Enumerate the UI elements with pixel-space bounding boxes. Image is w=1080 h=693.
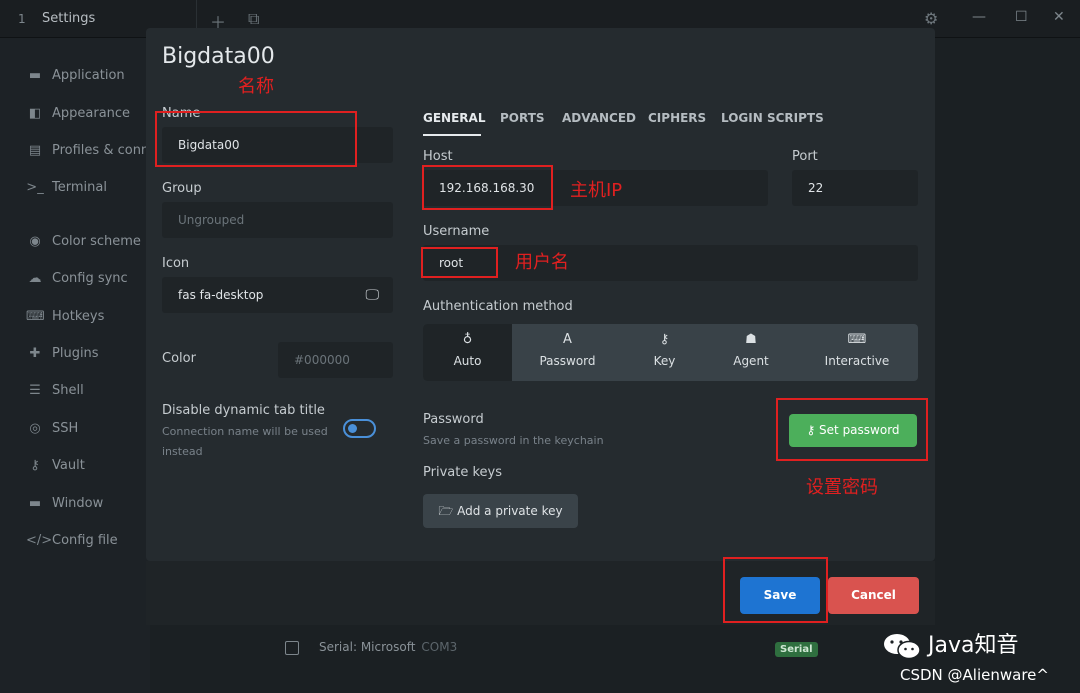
add-private-key-button[interactable]: 🗁 Add a private key xyxy=(423,494,578,528)
maximize-icon[interactable]: ☐ xyxy=(1015,9,1028,25)
sidebar-item-label: Shell xyxy=(52,383,84,398)
wechat-logo-icon xyxy=(884,634,921,660)
annotation-password: 设置密码 xyxy=(806,477,878,498)
profiles-icon: ▤ xyxy=(28,143,42,158)
sidebar-item-profiles[interactable]: ▤ Profiles & connections xyxy=(26,143,150,163)
sidebar-item-label: Profiles & connections xyxy=(52,143,150,158)
terminal-icon: >_ xyxy=(26,180,44,195)
auth-option-agent[interactable]: ☗ Agent xyxy=(706,324,796,381)
sidebar-item-label: Color scheme xyxy=(52,234,141,249)
folder-open-icon: 🗁 xyxy=(438,504,458,518)
sidebar-item-label: Application xyxy=(52,68,125,83)
auth-option-label: Auto xyxy=(453,354,482,368)
annotation-box-save xyxy=(723,557,828,623)
sidebar-item-label: Vault xyxy=(52,458,85,473)
key-icon: ⚷ xyxy=(659,332,670,347)
tab-number: 1 xyxy=(18,12,26,26)
close-icon[interactable]: ✕ xyxy=(1053,9,1065,25)
port-field[interactable]: 22 xyxy=(792,170,918,206)
sidebar-item-label: Terminal xyxy=(52,180,107,195)
key-icon: ⚷ xyxy=(30,458,40,473)
dynamic-title-toggle[interactable] xyxy=(343,419,376,438)
watermark-credit: CSDN @Alienware^ xyxy=(900,666,1049,684)
puzzle-icon: ✚ xyxy=(29,346,41,361)
serial-row-label: Serial: Microsoft xyxy=(319,640,416,654)
auth-option-interactive[interactable]: ⌨ Interactive xyxy=(796,324,918,381)
serial-row-port: COM3 xyxy=(421,640,458,654)
group-field[interactable]: Ungrouped xyxy=(162,202,393,238)
dynamic-title-sub1: Connection name will be used xyxy=(162,425,328,438)
host-label: Host xyxy=(423,149,453,164)
appearance-icon: ◧ xyxy=(28,106,42,121)
minimize-icon[interactable]: — xyxy=(972,9,986,25)
annotation-box-name xyxy=(155,111,357,167)
serial-profile-row[interactable]: Serial: Microsoft COM3 xyxy=(285,640,457,655)
window-icon: ▬ xyxy=(28,496,42,511)
gear-icon[interactable]: ⚙ xyxy=(924,9,938,28)
sidebar-item-label: SSH xyxy=(52,421,79,436)
auth-option-key[interactable]: ⚷ Key xyxy=(623,324,706,381)
watermark-brand: Java知音 xyxy=(882,627,1018,661)
icon-label: Icon xyxy=(162,256,190,271)
port-label: Port xyxy=(792,149,818,164)
sidebar-item-label: Plugins xyxy=(52,346,99,361)
auth-option-password[interactable]: A Password xyxy=(512,324,623,381)
chip-icon xyxy=(285,640,299,655)
annotation-box-password xyxy=(776,398,928,461)
color-field[interactable]: #000000 xyxy=(278,342,393,378)
password-icon: A xyxy=(563,332,572,347)
private-keys-label: Private keys xyxy=(423,465,502,480)
cloud-icon: ☁ xyxy=(28,271,42,286)
dynamic-title-label: Disable dynamic tab title xyxy=(162,403,325,418)
tab-login-scripts[interactable]: LOGIN SCRIPTS xyxy=(721,111,824,125)
window-icon[interactable]: ⧉ xyxy=(248,9,259,29)
annotation-name: 名称 xyxy=(238,76,274,97)
page-title: Bigdata00 xyxy=(162,44,275,69)
sidebar-item-label: Config sync xyxy=(52,271,128,286)
tab-ports[interactable]: PORTS xyxy=(500,111,545,125)
tab-advanced[interactable]: ADVANCED xyxy=(562,111,636,125)
globe-icon: ◎ xyxy=(29,421,41,436)
auth-option-label: Key xyxy=(653,354,676,368)
palette-icon: ◉ xyxy=(29,234,41,249)
sidebar-item-label: Appearance xyxy=(52,106,131,121)
annotation-host: 主机IP xyxy=(570,180,623,201)
dynamic-title-sub2: instead xyxy=(162,445,203,458)
keyboard-icon: ⌨ xyxy=(847,332,867,347)
serial-badge: Serial xyxy=(775,642,818,657)
desktop-icon: 🖵 xyxy=(365,287,380,303)
auth-option-label: Agent xyxy=(733,354,769,368)
auth-option-label: Password xyxy=(539,354,596,368)
keyboard-icon: ⌨ xyxy=(26,309,45,324)
list-icon: ☰ xyxy=(29,383,41,398)
watermark-brand-text: Java知音 xyxy=(928,633,1019,658)
tab-general[interactable]: GENERAL xyxy=(423,111,485,125)
sidebar-item-label: Window xyxy=(52,496,104,511)
tab-settings[interactable]: Settings xyxy=(42,11,95,26)
cancel-button[interactable]: Cancel xyxy=(828,577,919,614)
toggle-knob xyxy=(348,424,357,433)
sidebar-item-label: Config file xyxy=(52,533,118,548)
bulb-icon: ♁ xyxy=(462,332,473,347)
annotation-box-host xyxy=(422,165,553,210)
auth-method-label: Authentication method xyxy=(423,299,573,314)
auth-option-auto[interactable]: ♁ Auto xyxy=(423,324,512,381)
annotation-box-username xyxy=(421,247,498,278)
username-label: Username xyxy=(423,224,490,239)
annotation-username: 用户名 xyxy=(515,252,569,273)
group-label: Group xyxy=(162,181,202,196)
icon-field[interactable]: fas fa-desktop 🖵 xyxy=(162,277,393,313)
add-key-label: Add a private key xyxy=(457,504,563,518)
password-label: Password xyxy=(423,412,484,427)
code-icon: </> xyxy=(26,533,53,548)
agent-icon: ☗ xyxy=(745,332,757,347)
icon-field-value: fas fa-desktop xyxy=(178,288,264,302)
auth-option-label: Interactive xyxy=(824,354,890,368)
password-sublabel: Save a password in the keychain xyxy=(423,434,604,447)
sidebar-item-label: Hotkeys xyxy=(52,309,105,324)
active-tab-underline xyxy=(423,134,481,136)
tab-ciphers[interactable]: CIPHERS xyxy=(648,111,706,125)
color-label: Color xyxy=(162,351,196,366)
application-icon: ▬ xyxy=(28,68,42,83)
